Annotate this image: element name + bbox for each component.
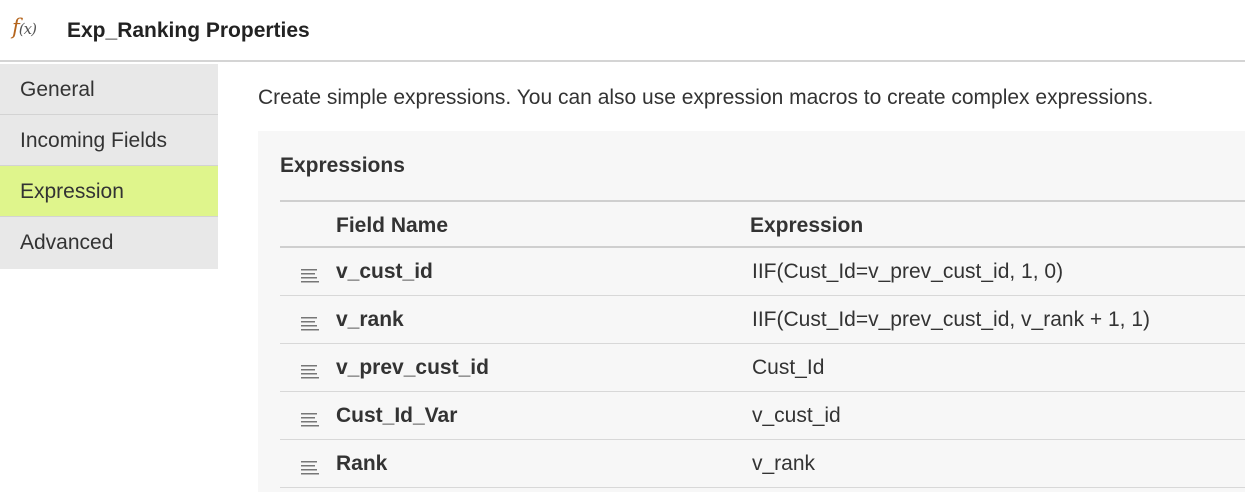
fx-icon-f: f <box>12 15 20 39</box>
sidebar-item-expression[interactable]: Expression <box>0 166 218 217</box>
table-row[interactable]: Cust_Id_Var v_cust_id <box>280 392 1245 440</box>
expressions-table: Field Name Expression v_cust_id IIF(Cust_… <box>280 200 1245 488</box>
expression-cell[interactable]: Cust_Id <box>752 356 824 380</box>
sidebar-item-advanced[interactable]: Advanced <box>0 217 218 269</box>
drag-handle-icon[interactable] <box>301 269 319 285</box>
field-name-cell[interactable]: v_prev_cust_id <box>336 356 489 380</box>
fx-icon-x: (x) <box>18 20 37 38</box>
sidebar-item-incoming-fields[interactable]: Incoming Fields <box>0 115 218 166</box>
expressions-panel-title: Expressions <box>280 154 405 177</box>
table-row[interactable]: Rank v_rank <box>280 440 1245 488</box>
drag-handle-icon[interactable] <box>301 461 319 477</box>
field-name-cell[interactable]: Rank <box>336 452 387 476</box>
expression-cell[interactable]: v_rank <box>752 452 815 476</box>
function-fx-icon: f(x) <box>12 15 37 39</box>
expression-cell[interactable]: IIF(Cust_Id=v_prev_cust_id, v_rank + 1, … <box>752 308 1150 332</box>
field-name-cell[interactable]: v_rank <box>336 308 404 332</box>
field-name-cell[interactable]: Cust_Id_Var <box>336 404 457 428</box>
drag-handle-icon[interactable] <box>301 365 319 381</box>
table-row[interactable]: v_rank IIF(Cust_Id=v_prev_cust_id, v_rank… <box>280 296 1245 344</box>
properties-header: f(x) Exp_Ranking Properties <box>0 0 1245 62</box>
field-name-cell[interactable]: v_cust_id <box>336 260 433 284</box>
expressions-panel: Expressions Field Name Expression v_cust… <box>258 131 1245 492</box>
column-header-expression[interactable]: Expression <box>750 214 863 238</box>
drag-handle-icon[interactable] <box>301 317 319 333</box>
properties-sidebar: General Incoming Fields Expression Advan… <box>0 64 218 269</box>
column-header-field-name[interactable]: Field Name <box>336 214 448 238</box>
table-header: Field Name Expression <box>280 202 1245 248</box>
table-row[interactable]: v_prev_cust_id Cust_Id <box>280 344 1245 392</box>
drag-handle-icon[interactable] <box>301 413 319 429</box>
expression-cell[interactable]: v_cust_id <box>752 404 841 428</box>
table-row[interactable]: v_cust_id IIF(Cust_Id=v_prev_cust_id, 1, … <box>280 248 1245 296</box>
page-title: Exp_Ranking Properties <box>67 19 310 42</box>
sidebar-item-general[interactable]: General <box>0 64 218 115</box>
expression-cell[interactable]: IIF(Cust_Id=v_prev_cust_id, 1, 0) <box>752 260 1063 284</box>
expression-description: Create simple expressions. You can also … <box>258 86 1154 109</box>
